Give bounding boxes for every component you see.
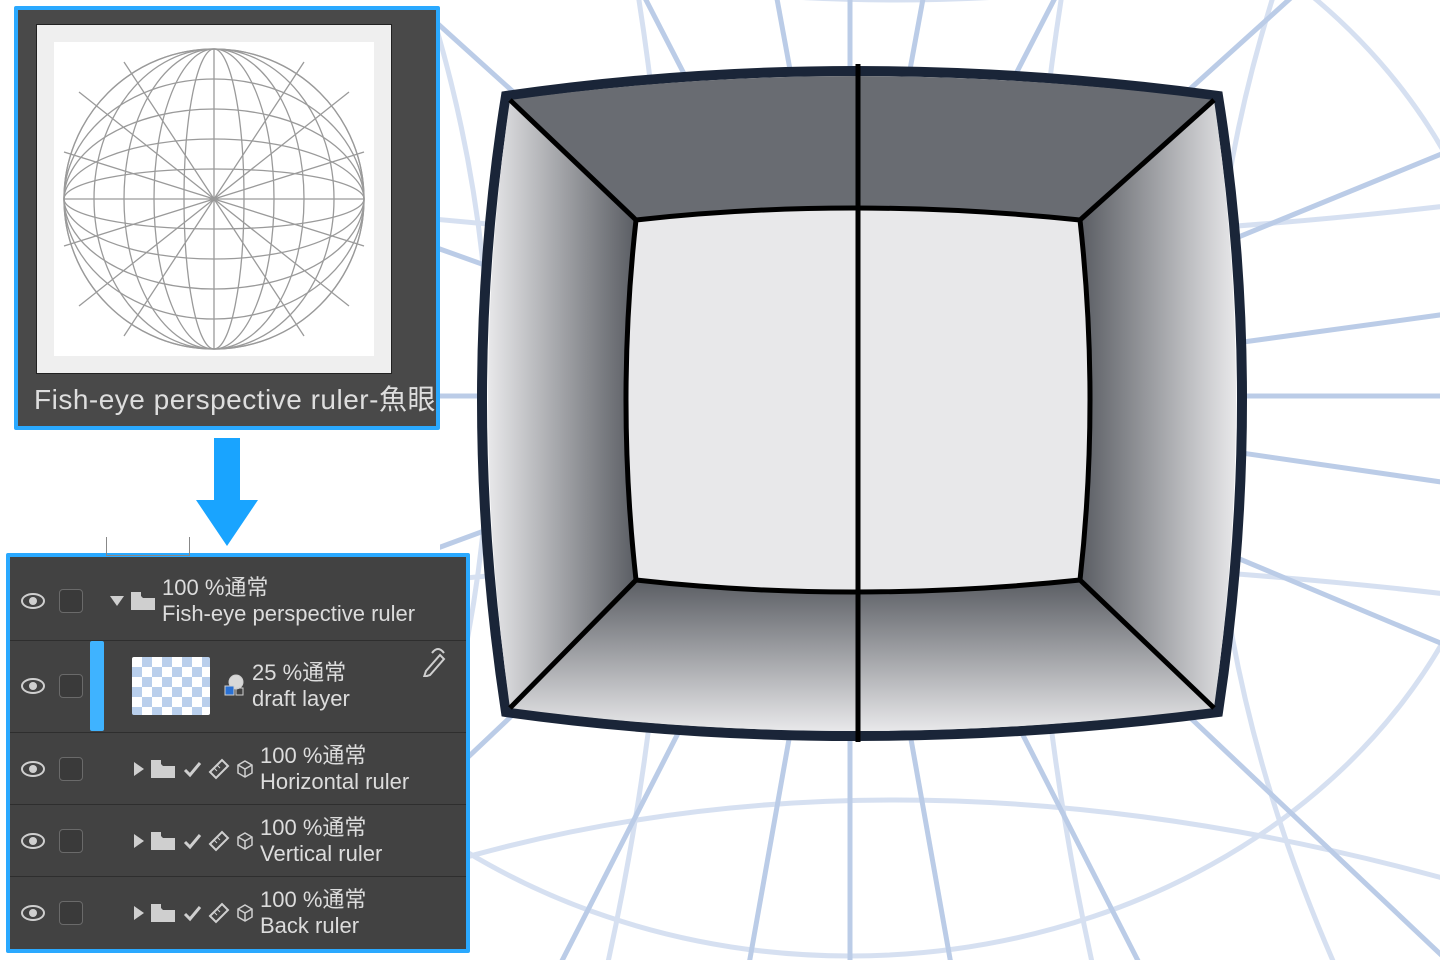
layer-name: Vertical ruler xyxy=(260,841,462,867)
layer-opacity-label: 100 %通常 xyxy=(260,815,462,841)
lock-checkbox[interactable] xyxy=(59,757,83,781)
ruler-icon xyxy=(208,902,230,924)
material-panel[interactable]: Fish-eye perspective ruler-魚眼 xyxy=(14,6,440,430)
check-icon xyxy=(182,903,202,923)
layers-tab[interactable] xyxy=(106,537,190,556)
layer-row-draft[interactable]: 25 %通常 draft layer xyxy=(14,641,462,731)
ruler-icon xyxy=(208,830,230,852)
selection-indicator xyxy=(90,641,104,731)
arrow-down-icon xyxy=(192,438,262,550)
room-drawing xyxy=(482,64,1242,742)
lock-checkbox[interactable] xyxy=(59,674,83,698)
layer-row-bruler[interactable]: 100 %通常 Back ruler xyxy=(14,877,462,949)
folder-icon xyxy=(150,831,176,851)
layers-panel[interactable]: 100 %通常 Fish-eye perspective ruler 25 %通… xyxy=(6,553,470,953)
layer-name: Fish-eye perspective ruler xyxy=(162,601,462,627)
visibility-icon[interactable] xyxy=(21,833,45,849)
layer-name: Back ruler xyxy=(260,913,462,939)
visibility-icon[interactable] xyxy=(21,761,45,777)
cube-icon xyxy=(236,760,254,778)
material-thumbnail[interactable] xyxy=(36,24,392,374)
cube-icon xyxy=(236,904,254,922)
lock-checkbox[interactable] xyxy=(59,829,83,853)
layer-opacity-label: 100 %通常 xyxy=(260,743,462,769)
material-label: Fish-eye perspective ruler-魚眼 xyxy=(34,378,436,418)
active-pen-icon xyxy=(420,647,450,677)
folder-icon xyxy=(150,759,176,779)
folder-icon xyxy=(130,591,156,611)
layer-row-vruler[interactable]: 100 %通常 Vertical ruler xyxy=(14,805,462,877)
lock-checkbox[interactable] xyxy=(59,589,83,613)
canvas[interactable] xyxy=(440,0,1440,960)
caret-right-icon[interactable] xyxy=(134,834,144,848)
lock-checkbox[interactable] xyxy=(59,901,83,925)
layer-name: Horizontal ruler xyxy=(260,769,462,795)
layer-opacity-label: 100 %通常 xyxy=(162,575,462,601)
layer-row-hruler[interactable]: 100 %通常 Horizontal ruler xyxy=(14,733,462,805)
layer-type-icon xyxy=(222,674,246,698)
caret-right-icon[interactable] xyxy=(134,906,144,920)
layer-name: draft layer xyxy=(252,686,462,712)
visibility-icon[interactable] xyxy=(21,593,45,609)
visibility-icon[interactable] xyxy=(21,678,45,694)
visibility-icon[interactable] xyxy=(21,905,45,921)
ruler-icon xyxy=(208,758,230,780)
layer-row-fisheye-folder[interactable]: 100 %通常 Fish-eye perspective ruler xyxy=(14,561,462,641)
check-icon xyxy=(182,759,202,779)
folder-icon xyxy=(150,903,176,923)
layer-thumbnail[interactable] xyxy=(132,657,210,715)
check-icon xyxy=(182,831,202,851)
cube-icon xyxy=(236,832,254,850)
caret-down-icon[interactable] xyxy=(110,596,124,606)
caret-right-icon[interactable] xyxy=(134,762,144,776)
layer-opacity-label: 100 %通常 xyxy=(260,887,462,913)
